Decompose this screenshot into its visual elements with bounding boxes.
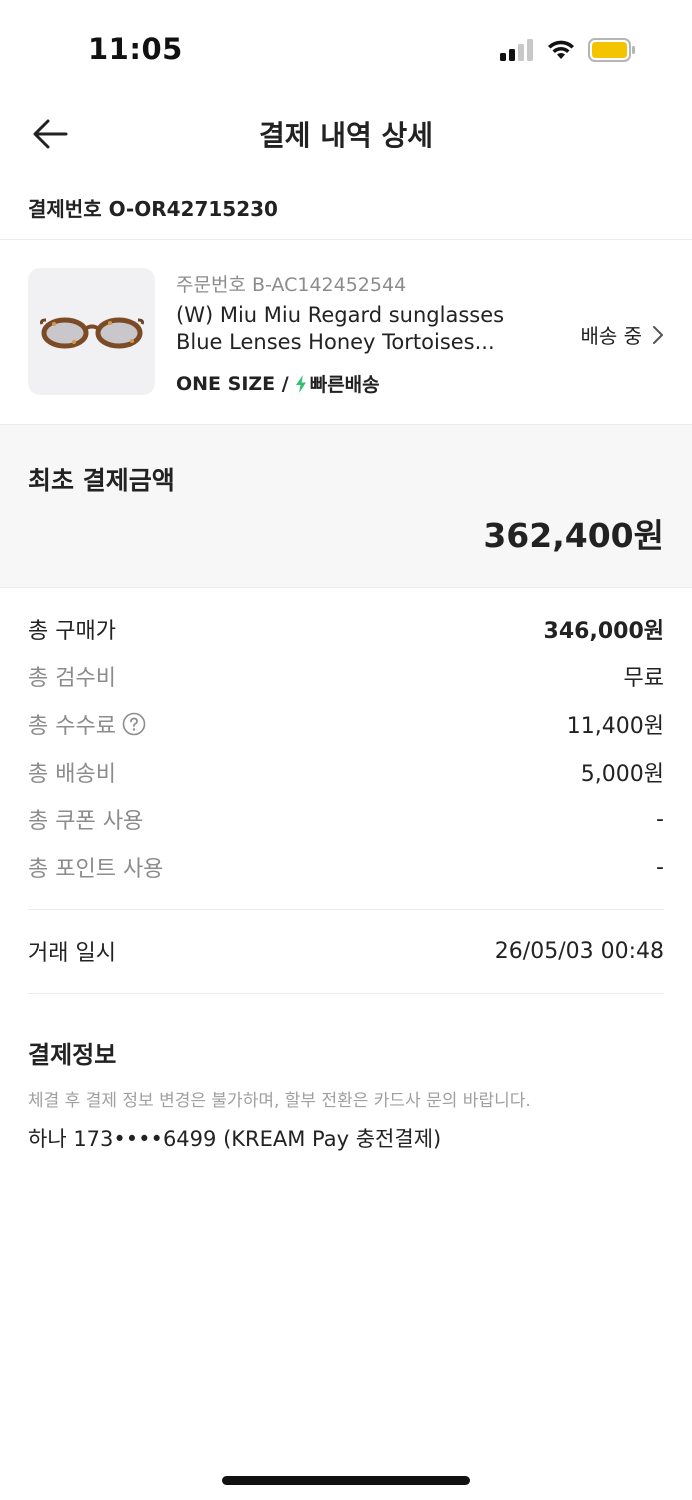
- breakdown-value: 무료: [623, 666, 664, 691]
- navigation-bar: 결제 내역 상세: [0, 100, 692, 170]
- breakdown-label-with-help: 총 수수료: [28, 708, 146, 740]
- breakdown-label: 총 구매가: [28, 619, 116, 644]
- breakdown-label: 총 수수료: [28, 714, 116, 739]
- payment-info-title: 결제정보: [28, 1041, 117, 1069]
- product-name: (W) Miu Miu Regard sunglasses Blue Lense…: [176, 302, 526, 356]
- total-payment-amount: 362,400원: [483, 516, 664, 555]
- transaction-datetime-row: 거래 일시 26/05/03 00:48: [28, 935, 664, 967]
- transaction-datetime-value: 26/05/03 00:48: [494, 938, 664, 964]
- breakdown-row-shipping-fee: 총 배송비 5,000원: [28, 756, 664, 788]
- transaction-datetime-label: 거래 일시: [28, 941, 116, 966]
- cellular-signal-icon: [500, 39, 534, 65]
- order-number: 주문번호 B-AC142452544: [176, 274, 407, 296]
- fast-delivery-badge: 빠른배송: [295, 370, 380, 397]
- breakdown-value: -: [656, 854, 664, 880]
- breakdown-row-inspection-fee: 총 검수비 무료: [28, 660, 664, 692]
- product-name-line2: Blue Lenses Honey Tortoises...: [176, 330, 495, 354]
- breakdown-row-commission: 총 수수료 11,400원: [28, 708, 664, 740]
- payment-method: 하나 173••••6499 (KREAM Pay 충전결제): [28, 1127, 442, 1151]
- total-payment-label: 최초 결제금액: [28, 466, 175, 495]
- page-title: 결제 내역 상세: [258, 119, 434, 152]
- divider: [28, 909, 664, 910]
- product-option: ONE SIZE / 빠른배송: [176, 370, 380, 397]
- breakdown-value: 5,000원: [580, 762, 664, 787]
- chevron-right-icon: [653, 325, 663, 344]
- shipping-status[interactable]: 배송 중: [580, 320, 664, 349]
- breakdown-label: 총 포인트 사용: [28, 857, 164, 882]
- lightning-icon: [295, 374, 306, 393]
- status-time: 11:05: [88, 32, 183, 66]
- product-name-line1: (W) Miu Miu Regard sunglasses: [176, 303, 505, 327]
- payment-number: 결제번호 O-OR42715230: [28, 197, 278, 221]
- breakdown-value: 11,400원: [566, 714, 664, 739]
- breakdown-value: 346,000원: [543, 619, 664, 644]
- sunglasses-image: [39, 317, 144, 348]
- status-bar: 11:05: [0, 0, 692, 100]
- home-indicator: [222, 1476, 470, 1485]
- shipping-status-label: 배송 중: [580, 324, 642, 348]
- breakdown-value: -: [656, 806, 664, 832]
- wifi-icon: [546, 39, 576, 65]
- status-icons: [500, 38, 636, 66]
- battery-icon: [588, 38, 636, 66]
- product-size: ONE SIZE /: [176, 372, 289, 395]
- divider: [28, 993, 664, 994]
- breakdown-label: 총 배송비: [28, 762, 116, 787]
- total-payment-section: 최초 결제금액 362,400원: [0, 425, 692, 587]
- order-product-card[interactable]: 주문번호 B-AC142452544 (W) Miu Miu Regard su…: [0, 240, 692, 424]
- breakdown-row-points: 총 포인트 사용 -: [28, 851, 664, 883]
- breakdown-label: 총 쿠폰 사용: [28, 809, 144, 834]
- fast-delivery-label: 빠른배송: [309, 374, 380, 396]
- payment-info-notice: 체결 후 결제 정보 변경은 불가하며, 할부 전환은 카드사 문의 바랍니다.: [28, 1091, 531, 1111]
- breakdown-row-coupon: 총 쿠폰 사용 -: [28, 803, 664, 835]
- divider: [0, 587, 692, 588]
- breakdown-label: 총 검수비: [28, 666, 116, 691]
- breakdown-row-purchase-price: 총 구매가 346,000원: [28, 613, 664, 645]
- product-thumbnail: [28, 268, 155, 395]
- help-circle-icon[interactable]: [122, 712, 146, 736]
